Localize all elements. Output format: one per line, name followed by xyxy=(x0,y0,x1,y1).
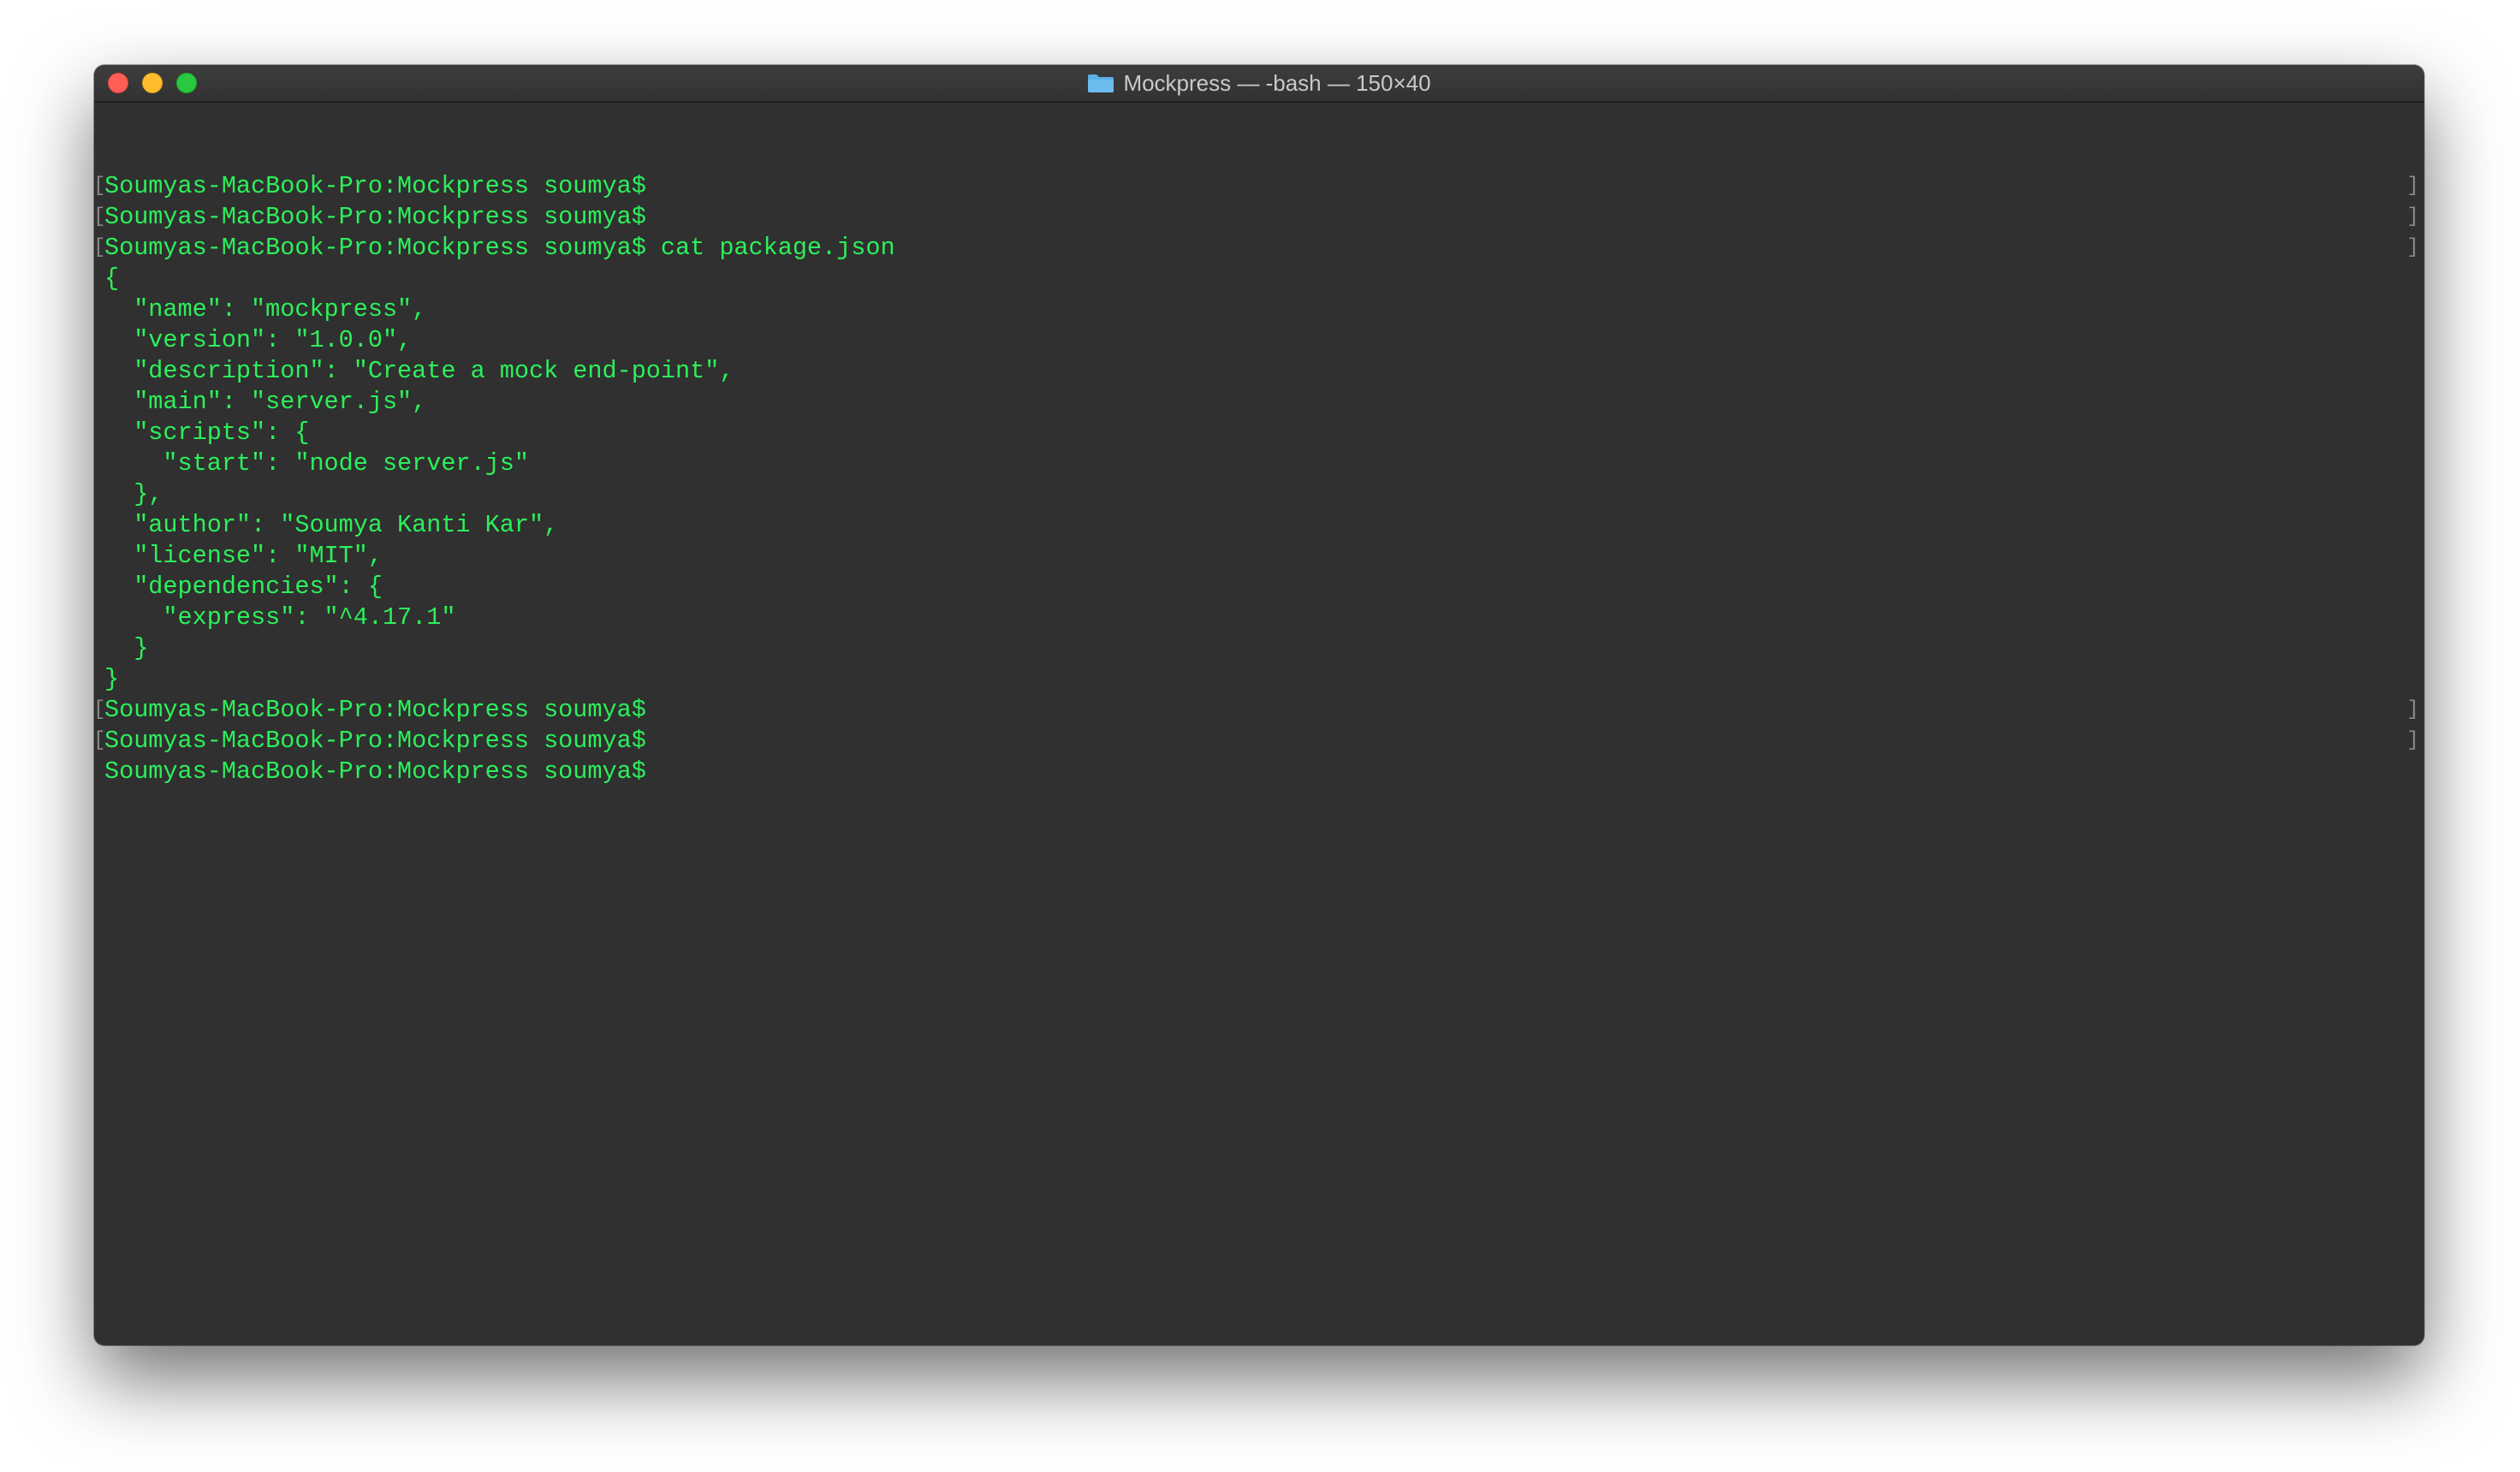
prompt-mark-left: [ xyxy=(94,236,106,259)
prompt-mark-right: ] xyxy=(2406,205,2419,229)
prompt-mark-spacer xyxy=(2407,633,2419,664)
terminal-line: Soumyas-MacBook-Pro:Mockpress soumya$ xyxy=(104,757,646,786)
prompt-mark-left: [ xyxy=(94,729,106,752)
prompt-mark-right: ] xyxy=(2406,729,2419,752)
terminal-window[interactable]: Mockpress — -bash — 150×40 Soumyas-MacBo… xyxy=(94,65,2424,1345)
terminal-line: "version": "1.0.0", xyxy=(104,326,413,354)
prompt-mark-right: ] xyxy=(2406,236,2419,259)
terminal-line: "express": "^4.17.1" xyxy=(104,603,456,632)
terminal-line: "dependencies": { xyxy=(104,573,383,601)
terminal-line: "author": "Soumya Kanti Kar", xyxy=(104,511,559,539)
prompt-mark-right: ] xyxy=(2406,175,2419,198)
prompt-mark-spacer xyxy=(2407,572,2419,602)
prompt-mark-spacer xyxy=(2407,264,2419,294)
terminal-line: "start": "node server.js" xyxy=(104,449,529,478)
prompt-mark-spacer xyxy=(94,602,105,633)
terminal-line: }, xyxy=(104,480,163,508)
terminal-line: Soumyas-MacBook-Pro:Mockpress soumya$ ca… xyxy=(104,234,895,262)
terminal-line: Soumyas-MacBook-Pro:Mockpress soumya$ xyxy=(104,727,646,755)
close-window-button[interactable] xyxy=(108,73,128,93)
folder-icon xyxy=(1088,74,1114,92)
terminal-line: "license": "MIT", xyxy=(104,542,383,570)
prompt-mark-spacer xyxy=(94,664,105,695)
prompt-mark-spacer xyxy=(2407,479,2419,510)
terminal-line: { xyxy=(104,264,120,293)
terminal-line: } xyxy=(104,634,149,662)
zoom-window-button[interactable] xyxy=(176,73,197,93)
prompt-mark-spacer xyxy=(2407,418,2419,448)
prompt-mark-spacer xyxy=(2407,448,2419,479)
minimize-window-button[interactable] xyxy=(142,73,163,93)
prompt-mark-spacer xyxy=(94,325,105,356)
window-title: Mockpress — -bash — 150×40 xyxy=(1123,69,1431,96)
prompt-mark-spacer xyxy=(94,757,105,787)
prompt-mark-spacer xyxy=(2407,387,2419,418)
terminal-line: "scripts": { xyxy=(104,418,310,447)
prompt-mark-spacer xyxy=(2407,325,2419,356)
title-bar[interactable]: Mockpress — -bash — 150×40 xyxy=(94,65,2424,103)
terminal-line: } xyxy=(104,665,120,693)
prompt-mark-spacer xyxy=(2407,356,2419,387)
right-mark-column: ]]]]] xyxy=(2407,171,2419,787)
prompt-mark-spacer xyxy=(94,387,105,418)
prompt-mark-spacer xyxy=(2407,602,2419,633)
prompt-mark-spacer xyxy=(94,572,105,602)
terminal-line: Soumyas-MacBook-Pro:Mockpress soumya$ xyxy=(104,203,646,231)
terminal-line: Soumyas-MacBook-Pro:Mockpress soumya$ xyxy=(104,172,646,200)
prompt-mark-spacer xyxy=(94,541,105,572)
terminal-line: "main": "server.js", xyxy=(104,388,427,416)
prompt-mark-spacer xyxy=(94,448,105,479)
prompt-mark-spacer xyxy=(94,294,105,325)
terminal-line: "name": "mockpress", xyxy=(104,295,427,323)
prompt-mark-spacer xyxy=(94,510,105,541)
prompt-mark-spacer xyxy=(2407,757,2419,787)
prompt-mark-left: [ xyxy=(94,205,106,229)
prompt-mark-spacer xyxy=(2407,541,2419,572)
prompt-mark-spacer xyxy=(94,356,105,387)
left-mark-column: [ [ [ [ [ xyxy=(94,171,105,787)
prompt-mark-right: ] xyxy=(2406,698,2419,721)
terminal-output-area[interactable]: Soumyas-MacBook-Pro:Mockpress soumya$ Sou… xyxy=(94,103,2424,1345)
window-controls xyxy=(108,65,197,101)
prompt-mark-spacer xyxy=(94,264,105,294)
prompt-mark-spacer xyxy=(94,418,105,448)
prompt-mark-left: [ xyxy=(94,175,106,198)
prompt-mark-spacer xyxy=(2407,294,2419,325)
terminal-line: Soumyas-MacBook-Pro:Mockpress soumya$ xyxy=(104,696,646,724)
terminal-lines: Soumyas-MacBook-Pro:Mockpress soumya$ Sou… xyxy=(104,171,895,787)
window-title-group: Mockpress — -bash — 150×40 xyxy=(1087,69,1431,97)
terminal-line: "description": "Create a mock end-point"… xyxy=(104,357,734,385)
prompt-mark-spacer xyxy=(2407,510,2419,541)
prompt-mark-left: [ xyxy=(94,698,106,721)
prompt-mark-spacer xyxy=(2407,664,2419,695)
prompt-mark-spacer xyxy=(94,633,105,664)
prompt-mark-spacer xyxy=(94,479,105,510)
